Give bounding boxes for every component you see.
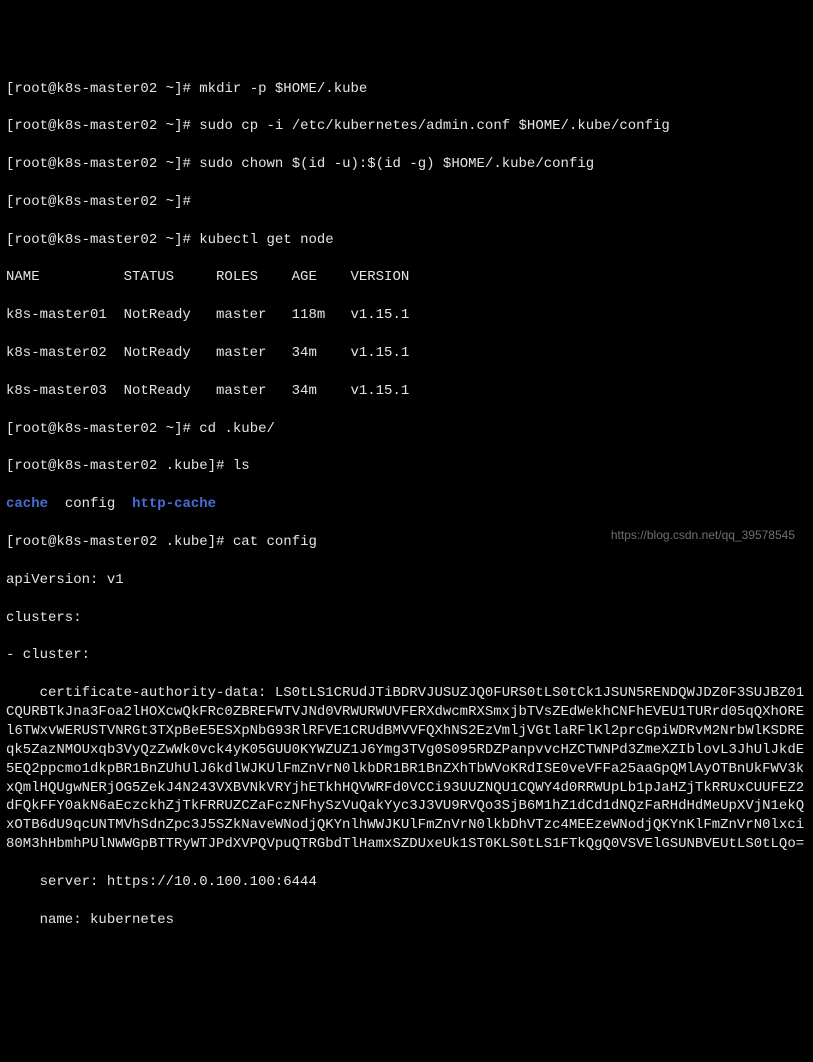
dir-cache: cache xyxy=(6,496,48,512)
cmd-cat: cat config xyxy=(233,534,317,550)
cwd-kube: .kube xyxy=(166,458,208,474)
cfg-name: name: kubernetes xyxy=(6,911,807,930)
cwd: ~ xyxy=(166,81,174,97)
watermark: https://blog.csdn.net/qq_39578545 xyxy=(611,527,795,543)
file-config: config xyxy=(65,496,115,512)
ls-output: cache config http-cache xyxy=(6,495,807,514)
cfg-cert-data: certificate-authority-data: LS0tLS1CRUdJ… xyxy=(6,684,807,854)
node-row-2: k8s-master03 NotReady master 34m v1.15.1 xyxy=(6,382,807,401)
cmd-getnode: kubectl get node xyxy=(199,232,333,248)
dir-http-cache: http-cache xyxy=(132,496,216,512)
cmd-mkdir: mkdir -p $HOME/.kube xyxy=(199,81,367,97)
cmd-cp: sudo cp -i /etc/kubernetes/admin.conf $H… xyxy=(199,118,669,134)
cfg-apiversion: apiVersion: v1 xyxy=(6,571,807,590)
cfg-server: server: https://10.0.100.100:6444 xyxy=(6,873,807,892)
cfg-clusters: clusters: xyxy=(6,609,807,628)
prompt-line-chown: [root@k8s-master02 ~]# sudo chown $(id -… xyxy=(6,155,807,174)
node-header: NAME STATUS ROLES AGE VERSION xyxy=(6,268,807,287)
prompt-line-mkdir: [root@k8s-master02 ~]# mkdir -p $HOME/.k… xyxy=(6,80,807,99)
cmd-chown: sudo chown $(id -u):$(id -g) $HOME/.kube… xyxy=(199,156,594,172)
prompt-line-getnode: [root@k8s-master02 ~]# kubectl get node xyxy=(6,231,807,250)
prompt-line-cp: [root@k8s-master02 ~]# sudo cp -i /etc/k… xyxy=(6,117,807,136)
cmd-ls: ls xyxy=(233,458,250,474)
cmd-cd: cd .kube/ xyxy=(199,421,275,437)
cfg-cluster-item: - cluster: xyxy=(6,646,807,665)
node-row-1: k8s-master02 NotReady master 34m v1.15.1 xyxy=(6,344,807,363)
prompt-line-ls: [root@k8s-master02 .kube]# ls xyxy=(6,457,807,476)
host: k8s-master02 xyxy=(56,81,157,97)
prompt-line-empty: [root@k8s-master02 ~]# xyxy=(6,193,807,212)
prompt-line-cd: [root@k8s-master02 ~]# cd .kube/ xyxy=(6,420,807,439)
node-row-0: k8s-master01 NotReady master 118m v1.15.… xyxy=(6,306,807,325)
